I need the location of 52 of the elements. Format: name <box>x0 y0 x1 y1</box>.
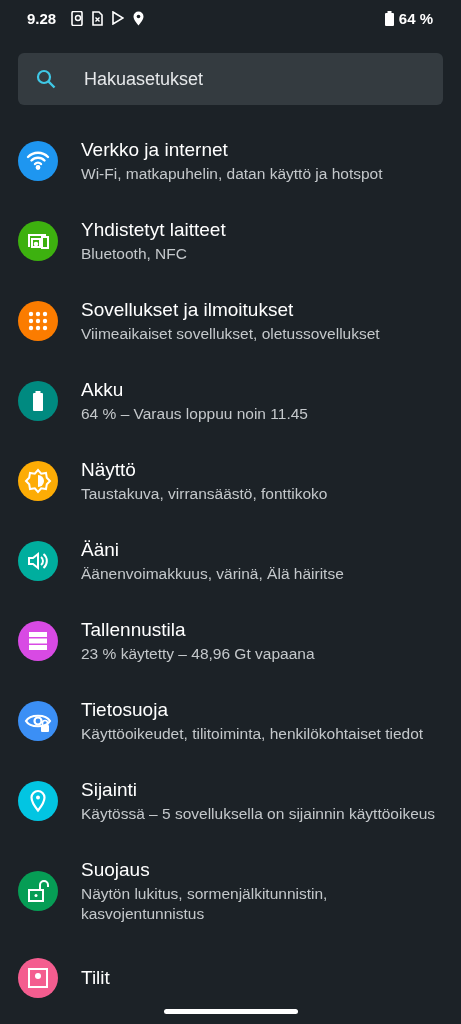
item-subtitle: Bluetooth, NFC <box>81 244 188 264</box>
item-title: Akku <box>81 378 125 402</box>
status-time: 9.28 <box>27 9 57 27</box>
item-subtitle: Wi-Fi, matkapuhelin, datan käyttö ja hotspot <box>81 164 383 184</box>
settings-item[interactable]: Verkko ja internet Wi-Fi, matkapuhelin, datan käyttö ja hotspot <box>0 121 461 201</box>
location-icon <box>133 10 145 26</box>
unlocked-padlock-icon <box>18 871 58 911</box>
item-title: Tilit <box>81 966 110 990</box>
item-title: Verkko ja internet <box>81 138 229 162</box>
sim-card-icon <box>92 10 104 26</box>
item-title: Sijainti <box>81 778 138 802</box>
item-subtitle: 23 % käytetty – 48,96 Gt vapaana <box>81 644 315 664</box>
brightness-icon <box>18 461 58 501</box>
settings-item[interactable]: Tietosuoja Käyttöoikeudet, tilitoiminta, henkilökohtaiset tiedot <box>0 681 461 761</box>
settings-item[interactable]: Sovellukset ja ilmoitukset Viimeaikaiset sovellukset, oletussovellukset <box>0 281 461 361</box>
location-pin-icon <box>18 781 58 821</box>
settings-item[interactable]: Näyttö Taustakuva, virransäästö, fonttikoko <box>0 441 461 521</box>
account-icon <box>18 958 58 998</box>
storage-icon <box>18 621 58 661</box>
item-subtitle: Käyttöoikeudet, tilitoiminta, henkilökohtaiset tiedot <box>81 724 424 744</box>
item-subtitle: Äänenvoimakkuus, värinä, Älä häiritse <box>81 564 344 584</box>
settings-item[interactable]: Ääni Äänenvoimakkuus, värinä, Älä häiritse <box>0 521 461 601</box>
item-subtitle: Taustakuva, virransäästö, fonttikoko <box>81 484 328 504</box>
item-title: Tallennustila <box>81 618 187 642</box>
apps-grid-icon <box>18 301 58 341</box>
settings-item[interactable]: Tilit <box>0 941 461 1015</box>
item-title: Sovellukset ja ilmoitukset <box>81 298 295 322</box>
item-title: Näyttö <box>81 458 137 482</box>
settings-item[interactable]: Yhdistetyt laitteet Bluetooth, NFC <box>0 201 461 281</box>
battery-icon <box>18 381 58 421</box>
item-subtitle: Viimeaikaiset sovellukset, oletussovellukset <box>81 324 380 344</box>
item-subtitle: Käytössä – 5 sovelluksella on sijainnin käyttöoikeus <box>81 804 436 824</box>
speaker-icon <box>18 541 58 581</box>
phone-sync-icon <box>71 10 84 26</box>
battery-percent: 64 % <box>398 9 433 27</box>
settings-item[interactable]: Sijainti Käytössä – 5 sovelluksella on sijainnin käyttöoikeus <box>0 761 461 841</box>
search-field[interactable]: Hakuasetukset <box>18 53 443 105</box>
devices-icon <box>18 221 58 261</box>
search-icon <box>36 69 56 89</box>
item-title: Suojaus <box>81 858 151 882</box>
wifi-icon <box>18 141 58 181</box>
settings-item[interactable]: Suojaus Näytön lukitus, sormenjälkitunnistin, kasvojentunnistus <box>0 841 461 941</box>
item-title: Tietosuoja <box>81 698 169 722</box>
settings-item[interactable]: Akku 64 % – Varaus loppuu noin 11.45 <box>0 361 461 441</box>
item-subtitle: Näytön lukitus, sormenjälkitunnistin, kasvojentunnistus <box>81 884 329 924</box>
navigation-handle[interactable] <box>164 1009 298 1014</box>
item-title: Yhdistetyt laitteet <box>81 218 226 242</box>
item-subtitle: 64 % – Varaus loppuu noin 11.45 <box>81 404 308 424</box>
item-title: Ääni <box>81 538 121 562</box>
eye-lock-icon <box>18 701 58 741</box>
settings-item[interactable]: Tallennustila 23 % käytetty – 48,96 Gt vapaana <box>0 601 461 681</box>
battery-icon <box>384 10 394 26</box>
